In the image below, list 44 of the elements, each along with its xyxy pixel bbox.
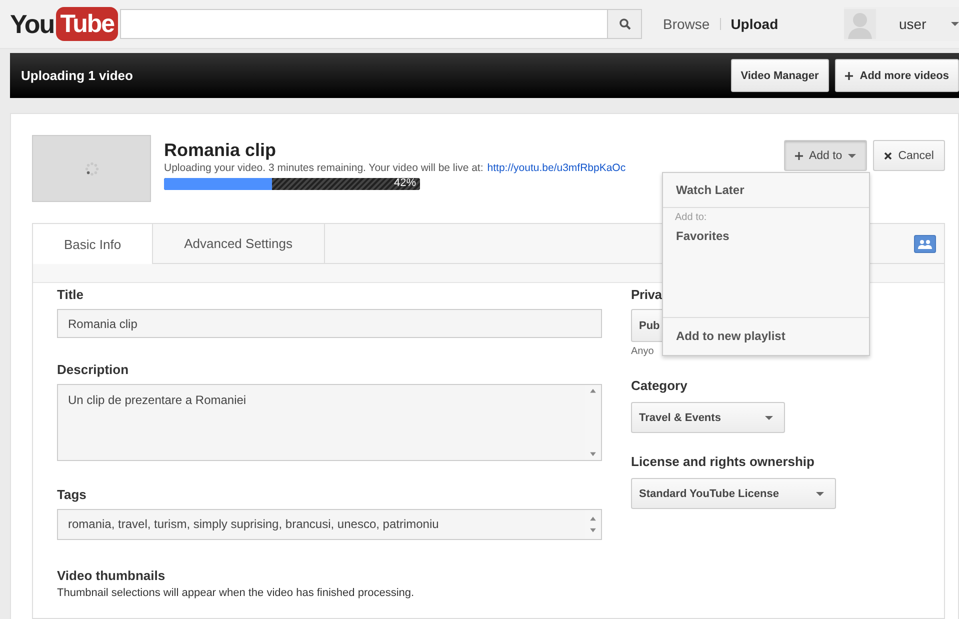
nav-link[interactable]: Browse bbox=[663, 16, 710, 32]
search-icon bbox=[618, 18, 630, 30]
nav-link[interactable]: Upload bbox=[730, 16, 778, 32]
privacy-note: Anyo bbox=[631, 346, 654, 357]
progress-reading: 42% bbox=[394, 177, 416, 189]
caret-icon bbox=[816, 492, 824, 496]
field-label: Category bbox=[631, 378, 688, 393]
caret-icon bbox=[848, 154, 856, 158]
upload-bar-title: Uploading 1 video bbox=[21, 68, 133, 83]
field-label: Priva bbox=[631, 287, 662, 302]
people-icon bbox=[918, 238, 932, 248]
tab[interactable]: Advanced Settings bbox=[153, 224, 324, 263]
plus-icon bbox=[844, 72, 853, 80]
description-field[interactable]: Un clip de prezentare a Romaniei bbox=[57, 384, 602, 461]
video-link[interactable]: http://youtu.be/u3mfRbpKaOc bbox=[487, 162, 626, 174]
toolbar-button[interactable]: Video Manager bbox=[730, 59, 829, 92]
status-text: Uploading your video. 3 minutes remaining. Your video will be live at: bbox=[164, 162, 484, 174]
menu-item[interactable]: Favorites bbox=[663, 223, 869, 253]
caret-icon bbox=[765, 416, 773, 420]
search-field[interactable] bbox=[120, 9, 608, 39]
collaborators-button[interactable] bbox=[914, 234, 936, 252]
plus-icon bbox=[794, 152, 803, 160]
close-icon bbox=[884, 152, 892, 160]
field-label: Tags bbox=[57, 487, 88, 502]
toolbar-button[interactable]: Add more videos bbox=[834, 59, 959, 92]
field-label: License and rights ownership bbox=[631, 454, 814, 469]
license-select[interactable]: Standard YouTube License bbox=[631, 478, 836, 509]
search-button[interactable] bbox=[608, 9, 642, 39]
tags-field[interactable]: romania, travel, turism, simply suprising, brancusi, unesco, patrimoniu bbox=[57, 509, 602, 540]
user-name[interactable]: user bbox=[899, 16, 926, 32]
cancel-button[interactable]: Cancel bbox=[873, 140, 945, 171]
thumbnail-note: Thumbnail selections will appear when the video has finished processing. bbox=[57, 587, 416, 599]
field-label: Title bbox=[57, 287, 84, 302]
spinner-icon bbox=[84, 162, 98, 176]
field-label: Description bbox=[57, 362, 130, 377]
menu-section-label: Add to: bbox=[674, 212, 708, 223]
tab[interactable]: Basic Info bbox=[33, 224, 154, 264]
video-title: Romania clip bbox=[164, 140, 278, 161]
add-to-button[interactable]: Add to bbox=[784, 140, 868, 171]
category-select[interactable]: Travel & Events bbox=[631, 402, 785, 433]
title-field[interactable]: Romania clip bbox=[57, 309, 602, 338]
section-label: Video thumbnails bbox=[57, 568, 166, 583]
caret-icon bbox=[951, 22, 959, 26]
menu-item[interactable]: Watch Later bbox=[663, 173, 869, 207]
